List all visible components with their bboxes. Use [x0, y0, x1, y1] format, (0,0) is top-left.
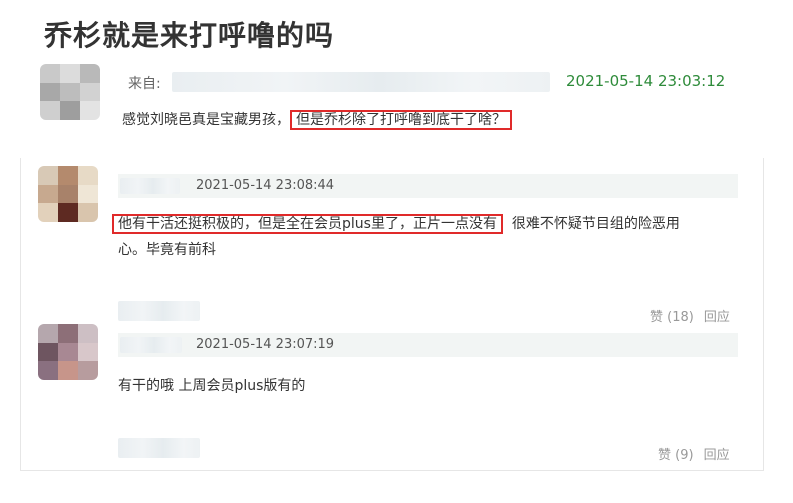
reply-2-avatar[interactable] — [38, 324, 98, 380]
post-avatar[interactable] — [40, 64, 100, 120]
reply-1-avatar[interactable] — [38, 166, 98, 222]
reply-1-body: 他有干活还挺积极的，但是全在会员plus里了，正片一点没有 很难不怀疑节目组的险… — [112, 212, 742, 236]
reply-1-sub-author[interactable] — [118, 301, 200, 321]
post-author-name[interactable] — [172, 72, 550, 92]
reply-2-sub-author[interactable] — [118, 438, 200, 458]
reply-2-date: 2021-05-14 23:07:19 — [196, 337, 335, 352]
reply-2-like-button[interactable]: 赞 (9) — [658, 448, 694, 463]
reply-1-like-button[interactable]: 赞 (18) — [650, 310, 694, 325]
reply-1-text-highlight: 他有干活还挺积极的，但是全在会员plus里了，正片一点没有 — [112, 214, 503, 234]
post-title: 乔杉就是来打呼噜的吗 — [44, 19, 335, 52]
reply-2-reply-button[interactable]: 回应 — [704, 448, 730, 463]
reply-2-body: 有干的哦 上周会员plus版有的 — [118, 378, 306, 394]
reply-1-author-name[interactable] — [120, 178, 180, 194]
post-body: 感觉刘晓邑真是宝藏男孩， 但是乔杉除了打呼噜到底干了啥？ — [122, 108, 512, 132]
reply-1-date: 2021-05-14 23:08:44 — [196, 178, 335, 193]
post-text-plain: 感觉刘晓邑真是宝藏男孩， — [122, 112, 290, 128]
reply-1-actions: 赞 (18) 回应 — [650, 306, 730, 325]
reply-2-author-name[interactable] — [120, 337, 182, 353]
reply-1-text-rest: 很难不怀疑节目组的险恶用 — [511, 216, 680, 232]
post-from-label: 来自: — [128, 76, 161, 92]
post-text-highlight: 但是乔杉除了打呼噜到底干了啥？ — [290, 110, 512, 130]
reply-1-text-line2: 心。毕竟有前科 — [118, 242, 216, 258]
reply-2-actions: 赞 (9) 回应 — [658, 444, 730, 463]
reply-1-reply-button[interactable]: 回应 — [704, 310, 730, 325]
post-date: 2021-05-14 23:03:12 — [566, 72, 726, 90]
